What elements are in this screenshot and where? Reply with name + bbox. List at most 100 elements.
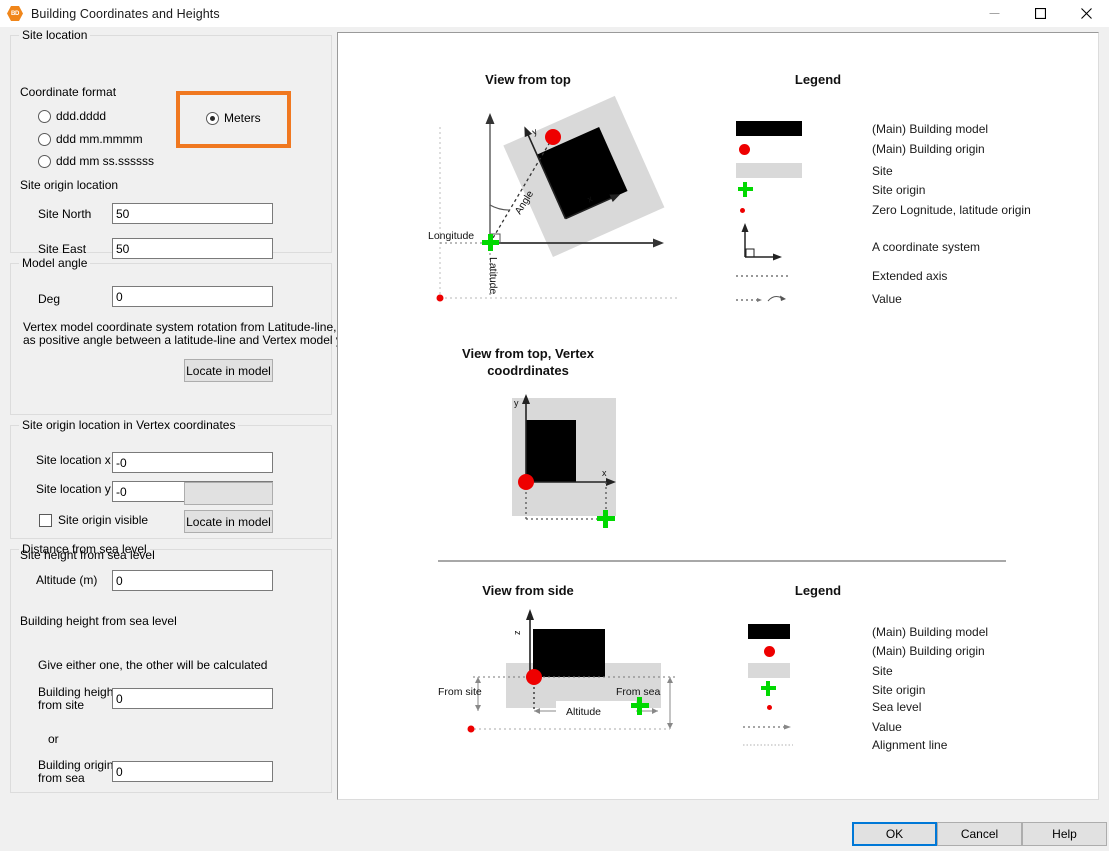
building-height-from-site-input[interactable] (112, 688, 273, 709)
ok-button[interactable]: OK (852, 822, 937, 846)
view-from-top-title: View from top (438, 71, 618, 88)
site-location-x-input[interactable] (112, 452, 273, 473)
window-title: Building Coordinates and Heights (31, 7, 220, 21)
radio-format-ddd-dddd[interactable]: ddd.dddd (38, 109, 106, 123)
radio-label: Meters (224, 111, 261, 125)
legend-label: Value (872, 292, 902, 306)
coordinate-format-label: Coordinate format (20, 85, 116, 99)
building-origin-from-sea-input[interactable] (112, 761, 273, 782)
locate-in-model-button-angle[interactable]: Locate in model (184, 359, 273, 382)
legend-label: (Main) Building origin (872, 142, 985, 156)
section-divider (438, 560, 1006, 562)
small-red-dot-icon (736, 705, 802, 710)
legend-label: Value (872, 720, 902, 734)
legend-item-coordinate-system: A coordinate system (736, 221, 980, 265)
legend-item-site: Site (736, 163, 893, 178)
legend-item-building-origin-side: (Main) Building origin (736, 644, 985, 658)
deg-label: Deg (38, 292, 60, 306)
close-button[interactable] (1063, 0, 1109, 27)
app-icon-text: BD (11, 11, 19, 17)
legend-label: Extended axis (872, 269, 947, 283)
legend-top-title: Legend (728, 71, 908, 88)
radio-mark-icon (38, 155, 51, 168)
checkbox-label: Site origin visible (58, 513, 148, 527)
legend-label: Sea level (872, 700, 921, 714)
gray-rect-icon (736, 663, 802, 678)
small-red-dot-icon (736, 208, 802, 213)
site-east-input[interactable] (112, 238, 273, 259)
legend-label: (Main) Building model (872, 625, 988, 639)
green-plus-icon (736, 681, 802, 698)
cancel-button[interactable]: Cancel (937, 822, 1022, 846)
building-height-from-site-label-line1: Building height (38, 685, 117, 699)
group-model-angle-title: Model angle (19, 256, 90, 270)
locate-in-model-button-vertex[interactable]: Locate in model (184, 510, 273, 533)
sea-level-hint: Give either one, the other will be calcu… (38, 658, 267, 672)
legend-item-building-model-side: (Main) Building model (736, 624, 988, 639)
dotted-arrow-icon (736, 293, 802, 305)
radio-mark-icon (38, 133, 51, 146)
view-from-side-diagram: z From site From sea Altitude (438, 603, 698, 738)
legend-label: Zero Lognitude, latitude origin (872, 203, 1031, 217)
vertex-diagram: y x (498, 388, 658, 548)
building-height-from-site-label-line2: from site (38, 698, 84, 712)
legend-item-extended-axis: Extended axis (736, 269, 947, 283)
site-north-input[interactable] (112, 203, 273, 224)
group-vertex-origin-title: Site origin location in Vertex coordinat… (19, 418, 238, 432)
deg-input[interactable] (112, 286, 273, 307)
radio-format-ddd-mm-ss[interactable]: ddd mm ss.ssssss (38, 154, 154, 168)
site-location-y-label: Site location y (36, 482, 111, 496)
latitude-label: Latitude (487, 257, 499, 295)
radio-label: ddd mm.mmmm (56, 132, 143, 146)
legend-item-building-model: (Main) Building model (736, 121, 988, 136)
view-from-side-title: View from side (448, 582, 608, 599)
site-height-from-sea-label: Site height from sea level (20, 548, 155, 562)
or-label: or (48, 732, 59, 746)
legend-label: Alignment line (872, 738, 947, 752)
legend-item-site-origin: Site origin (736, 182, 925, 197)
help-button[interactable]: Help (1022, 822, 1107, 846)
alignment-line-icon (736, 741, 802, 749)
dotted-line-icon (736, 272, 802, 280)
building-height-from-sea-label: Building height from sea level (20, 614, 177, 628)
legend-label: Site origin (872, 183, 925, 197)
site-origin-location-label: Site origin location (20, 178, 118, 192)
from-site-label: From site (438, 686, 482, 698)
vertex-diagram-title-line2: coodrdinates (418, 362, 638, 379)
radio-format-meters[interactable]: Meters (206, 111, 261, 125)
green-plus-icon (736, 182, 802, 197)
altitude-label-diagram: Altitude (566, 706, 601, 718)
gray-rect-icon (736, 163, 802, 178)
legend-label: A coordinate system (872, 240, 980, 254)
site-location-x-label: Site location x (36, 453, 111, 467)
legend-item-zero-longitude: Zero Lognitude, latitude origin (736, 203, 1031, 217)
maximize-button[interactable] (1017, 0, 1063, 27)
from-sea-label: From sea (616, 686, 661, 698)
radio-mark-icon (38, 110, 51, 123)
vertex-diagram-title-line1: View from top, Vertex (418, 345, 638, 362)
legend-label: (Main) Building model (872, 122, 988, 136)
legend-label: (Main) Building origin (872, 644, 985, 658)
altitude-label: Altitude (m) (36, 573, 97, 587)
radio-format-ddd-mm-mmmm[interactable]: ddd mm.mmmm (38, 132, 143, 146)
legend-side-title: Legend (728, 582, 908, 599)
legend-item-value-side: Value (736, 720, 902, 734)
legend-item-alignment-line: Alignment line (736, 738, 947, 752)
radio-label: ddd mm ss.ssssss (56, 154, 154, 168)
model-angle-description-line1: Vertex model coordinate system rotation … (23, 320, 369, 334)
legend-item-value: Value (736, 292, 902, 306)
legend-item-building-origin: (Main) Building origin (736, 142, 985, 156)
view-from-top-diagram: Angle x y Longitude Latitude (428, 93, 698, 308)
site-east-label: Site East (38, 242, 86, 256)
legend-item-site-side: Site (736, 663, 893, 678)
site-north-label: Site North (38, 207, 91, 221)
illustration-panel: View from top (337, 32, 1099, 800)
site-origin-visible-checkbox[interactable]: Site origin visible (39, 513, 148, 527)
minimize-button[interactable] (971, 0, 1017, 27)
red-dot-icon (736, 144, 802, 155)
coordinate-axes-icon (736, 221, 802, 265)
svg-text:z: z (512, 630, 522, 635)
group-site-location-title: Site location (19, 28, 90, 42)
altitude-input[interactable] (112, 570, 273, 591)
dotted-arrow-icon (736, 722, 802, 732)
